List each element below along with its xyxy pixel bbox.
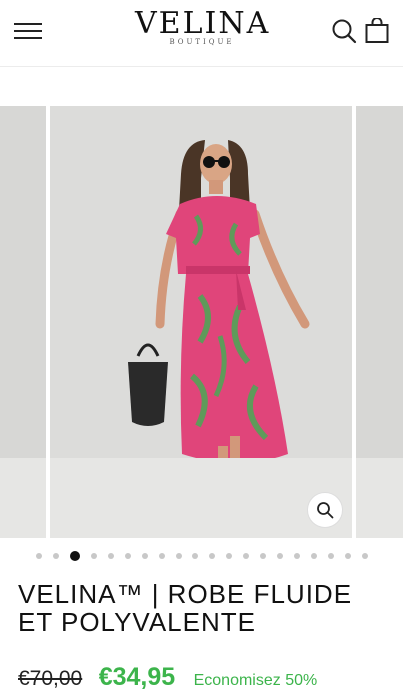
pagination-dot[interactable] <box>344 553 351 559</box>
shopping-bag-icon[interactable] <box>364 17 390 44</box>
pagination-dot[interactable] <box>158 553 165 559</box>
pagination-dot[interactable] <box>192 553 199 559</box>
pagination-dot[interactable] <box>361 553 368 559</box>
pagination-dot[interactable] <box>124 553 131 559</box>
zoom-icon[interactable] <box>307 492 343 528</box>
product-image-gallery[interactable] <box>0 106 403 538</box>
pagination-dot[interactable] <box>107 553 114 559</box>
pagination-dot[interactable] <box>311 553 317 559</box>
pagination-dot[interactable] <box>294 553 301 559</box>
pagination-dot[interactable] <box>52 553 59 559</box>
site-logo[interactable]: VELINA BOUTIQUE <box>135 8 269 52</box>
pagination-dot[interactable] <box>260 553 267 559</box>
search-icon[interactable] <box>331 18 357 44</box>
next-slide-image[interactable] <box>356 106 403 538</box>
previous-slide-image[interactable] <box>0 106 46 538</box>
pagination-dot[interactable] <box>327 553 334 559</box>
pagination-dot[interactable] <box>209 553 216 559</box>
product-image-main[interactable] <box>50 106 352 538</box>
price-row: €70,00 €34,95 Economisez 50% <box>18 663 398 695</box>
pagination-dot[interactable] <box>277 553 284 559</box>
savings-badge: Economisez 50% <box>193 672 318 689</box>
pagination-dot-active[interactable] <box>69 551 80 561</box>
logo-wordmark: VELINA <box>135 6 271 41</box>
pagination-dot[interactable] <box>175 553 182 559</box>
hamburger-menu-icon[interactable] <box>14 18 42 44</box>
original-price: €70,00 <box>18 667 83 690</box>
pagination-dot[interactable] <box>90 553 97 559</box>
pagination-dot[interactable] <box>141 553 148 559</box>
pagination-dot[interactable] <box>243 553 250 559</box>
product-title: VELINA™ | ROBE FLUIDE ET POLYVALENTE <box>18 579 353 637</box>
sale-price: €34,95 <box>98 663 176 691</box>
gallery-pagination-dots <box>36 551 368 561</box>
site-header: VELINA BOUTIQUE <box>0 0 403 67</box>
pagination-dot[interactable] <box>36 553 42 559</box>
pagination-dot[interactable] <box>226 553 233 559</box>
